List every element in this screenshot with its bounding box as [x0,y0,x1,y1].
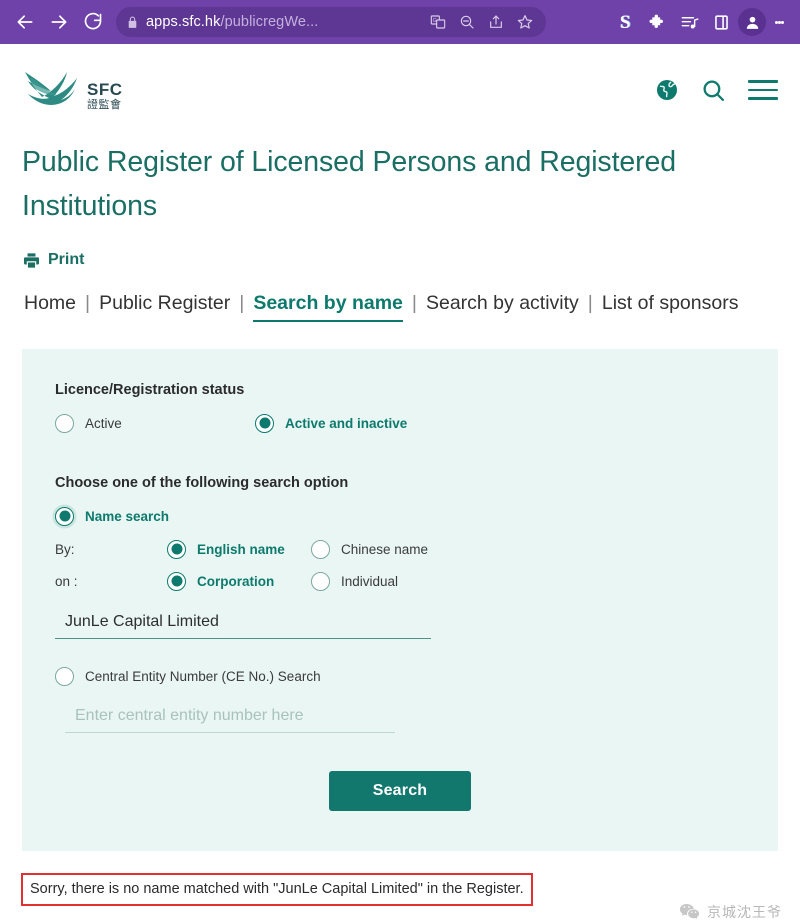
tab-separator: | [411,291,417,314]
radio-dot-selected [167,539,186,559]
printer-icon [23,253,40,268]
print-label: Print [48,251,85,269]
page-title: Public Register of Licensed Persons and … [22,146,677,223]
radio-english-name[interactable]: English name [167,539,311,559]
wechat-icon [679,904,700,920]
radio-chinese-name[interactable]: Chinese name [311,539,429,559]
search-button-row: Search [55,770,745,811]
tab-list-of-sponsors[interactable]: List of sponsors [602,292,739,320]
on-row: on : Corporation Individual [55,571,745,591]
radio-corporation[interactable]: Corporation [167,571,311,591]
share-icon[interactable] [485,11,507,33]
ce-number-input[interactable] [65,702,395,733]
zoom-out-icon[interactable] [456,11,478,33]
url-text: apps.sfc.hk/publicregWe... [146,14,420,30]
status-radio-group: Active Active and inactive [55,413,745,433]
media-playlist-icon[interactable] [674,7,704,37]
sfc-logo-text: SFC 證監會 [87,81,123,113]
radio-label: Chinese name [341,541,429,557]
radio-label: Individual [341,573,399,589]
on-label: on : [55,573,78,589]
forward-button[interactable] [42,5,76,39]
back-arrow-icon [17,15,33,29]
radio-status-active[interactable]: Active [55,413,255,433]
radio-dot-selected [255,413,274,433]
radio-dot-selected [55,506,74,526]
search-button[interactable]: Search [328,770,472,811]
url-path: /publicregWe... [220,14,319,30]
translate-icon[interactable]: G [427,11,449,33]
tab-separator: | [587,291,593,314]
header-icon-group [655,78,778,103]
puzzle-icon[interactable] [642,7,672,37]
side-panel-icon[interactable] [706,7,736,37]
by-row: By: English name Chinese name [55,539,745,559]
sfc-logo[interactable]: SFC 證監會 [22,67,123,113]
watermark-text: 京城沈王爷 [707,905,782,921]
reload-button[interactable] [76,5,110,39]
chrome-menu-icon[interactable] [768,19,790,26]
radio-label: Active [85,415,122,431]
lock-icon [126,16,139,29]
no-result-annotation-box: Sorry, there is no name matched with "Ju… [21,873,533,906]
radio-dot-selected [167,571,186,591]
s-extension-icon[interactable]: S [610,7,640,37]
radio-label: Name search [85,508,170,524]
search-form-panel: Licence/Registration status Active Activ… [22,348,778,851]
page-content: SFC 證監會 Public Register of Licensed Pers [0,44,800,921]
browser-extensions-area: S [610,7,792,37]
radio-individual[interactable]: Individual [311,571,399,591]
sfc-eagle-logo [25,72,77,105]
s-extension-label: S [619,11,631,33]
radio-dot-unselected [311,571,330,591]
reload-icon [84,12,102,30]
tab-home[interactable]: Home [24,292,76,320]
url-domain: apps.sfc.hk [146,14,221,30]
radio-label: Active and inactive [285,415,408,431]
radio-dot-unselected [311,539,330,559]
print-link[interactable]: Print [0,229,800,270]
name-search-input[interactable] [55,608,431,639]
radio-label: English name [197,541,285,557]
name-search-row: Name search [55,506,745,526]
radio-name-search[interactable]: Name search [55,506,170,526]
browser-toolbar: apps.sfc.hk/publicregWe... G S [0,0,800,44]
tab-separator: | [239,291,245,314]
by-label: By: [55,541,75,557]
tab-separator: | [85,291,91,314]
wechat-watermark: 京城沈王爷 [679,902,782,922]
search-option-legend: Choose one of the following search optio… [55,474,349,491]
forward-arrow-icon [51,15,67,29]
address-bar[interactable]: apps.sfc.hk/publicregWe... G [116,7,546,37]
site-header: SFC 證監會 [0,44,800,120]
globe-icon[interactable] [655,78,679,102]
section-tabs: Home | Public Register | Search by name … [0,270,800,322]
radio-label: Central Entity Number (CE No.) Search [85,668,321,684]
tab-search-by-name[interactable]: Search by name [253,292,403,322]
search-icon[interactable] [701,78,726,103]
sfc-chinese: 證監會 [87,99,122,111]
search-option-block: Choose one of the following search optio… [55,475,745,733]
tab-public-register[interactable]: Public Register [99,292,230,320]
ce-search-row: Central Entity Number (CE No.) Search [55,666,745,686]
radio-dot-unselected [55,413,74,433]
svg-text:G: G [433,18,437,24]
radio-ce-number-search[interactable]: Central Entity Number (CE No.) Search [55,666,321,686]
radio-label: Corporation [197,573,275,589]
back-button[interactable] [8,5,42,39]
status-legend: Licence/Registration status [55,381,245,398]
hamburger-menu-icon[interactable] [748,80,778,100]
star-icon[interactable] [514,11,536,33]
radio-dot-unselected [55,666,74,686]
profile-avatar-icon[interactable] [738,8,766,36]
radio-status-active-and-inactive[interactable]: Active and inactive [255,413,408,433]
tab-search-by-activity[interactable]: Search by activity [426,292,579,320]
sfc-abbr: SFC [87,80,123,99]
